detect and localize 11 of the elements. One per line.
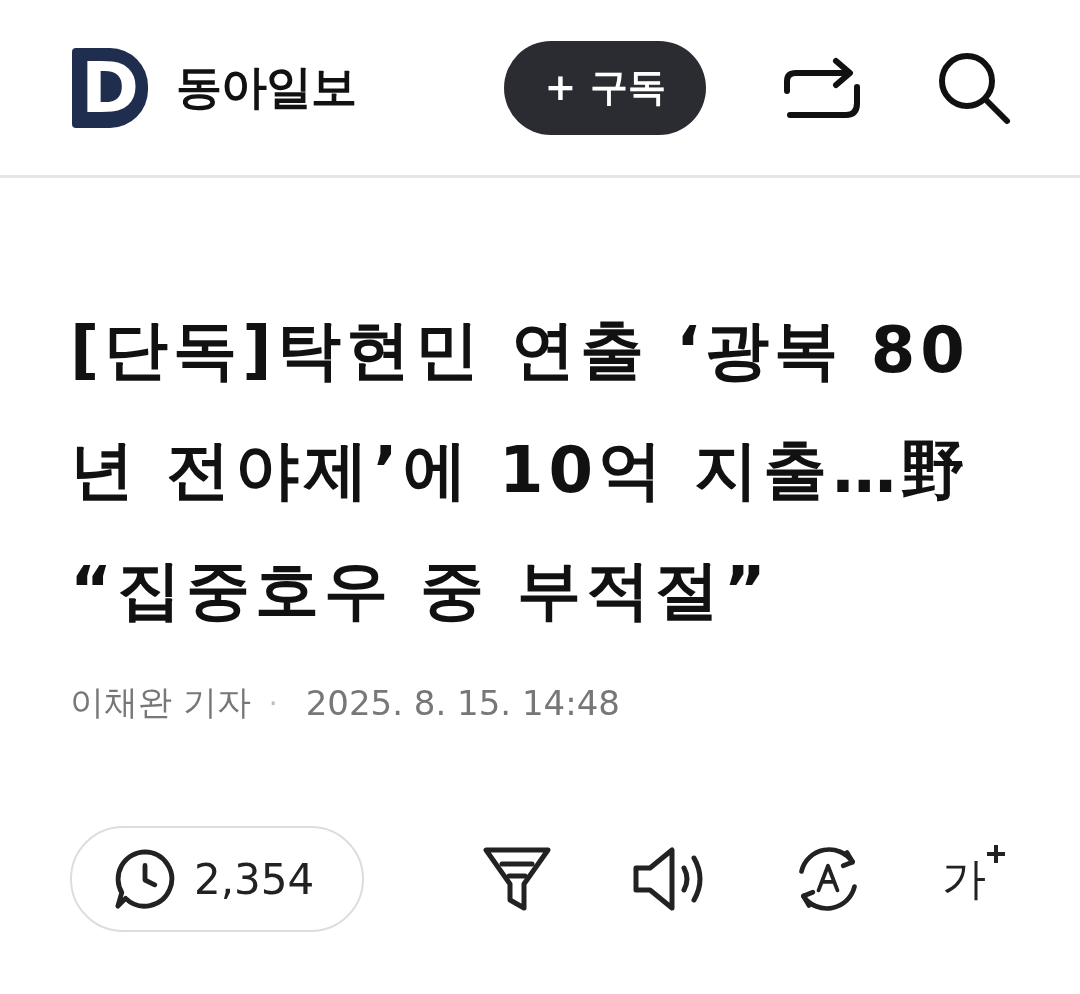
headline: [단독]탁현민 연출 ‘광복 80년 전야제’에 10억 지출…野 “집중호우 중 부적절” (70, 312, 972, 629)
font-size-button[interactable]: 가 (942, 849, 1006, 909)
comment-clock-icon (114, 848, 176, 910)
brand-name: 동아일보 (176, 58, 356, 116)
logo-icon[interactable]: D (72, 47, 148, 128)
separator: · (268, 686, 278, 720)
author: 이채완 기자 (70, 681, 251, 724)
timestamp: 2025. 8. 15. 14:48 (305, 683, 620, 723)
subscribe-button[interactable]: + 구독 (504, 40, 706, 135)
plus-icon (986, 843, 1006, 864)
comments-button[interactable]: 2,354 (70, 826, 364, 932)
